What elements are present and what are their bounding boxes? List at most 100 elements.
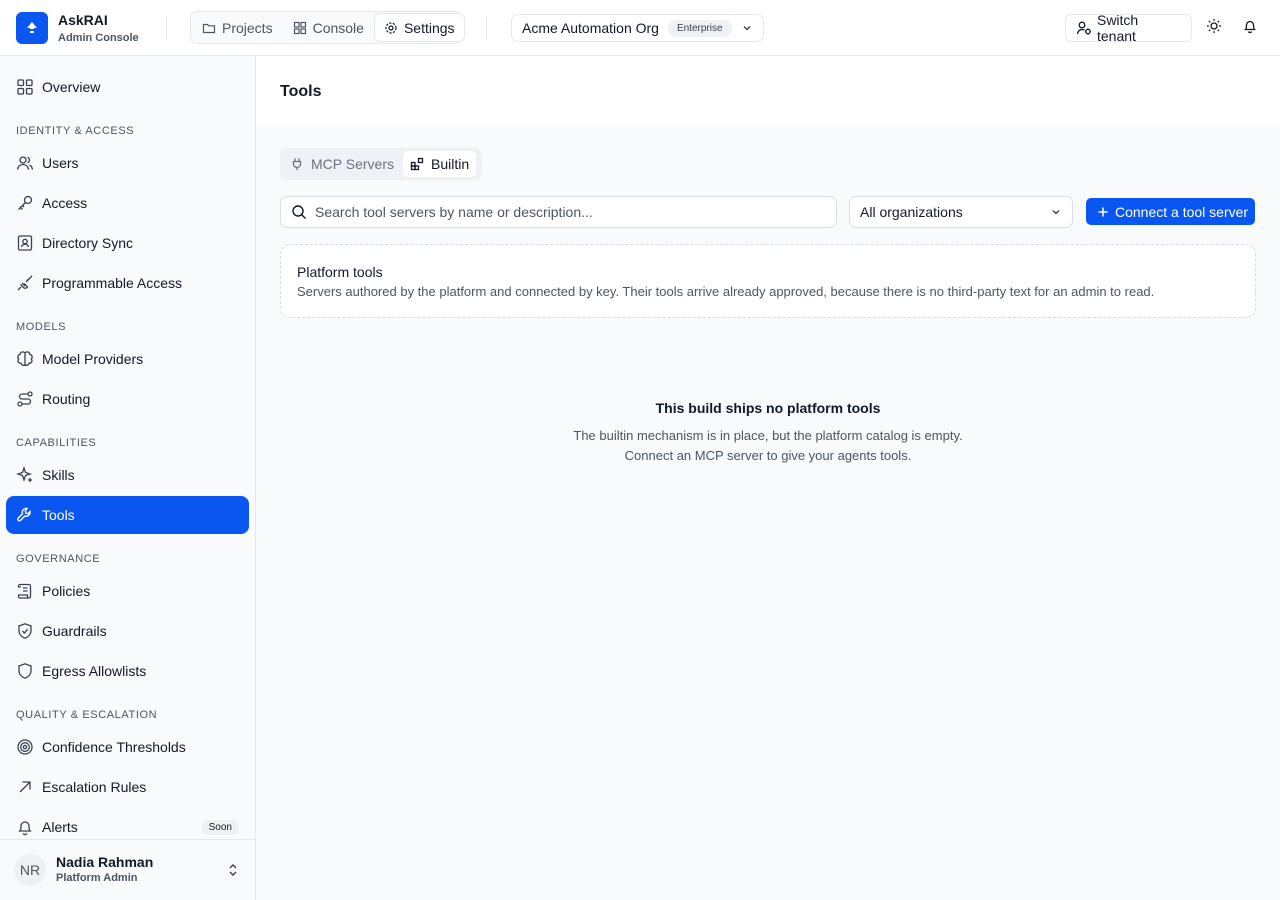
chevron-down-icon [743, 26, 751, 31]
shield-icon [18, 663, 32, 679]
sidebar-item-label: Guardrails [42, 623, 107, 639]
nav-settings[interactable]: Settings [374, 14, 464, 41]
page-header [256, 56, 1280, 124]
sidebar-item-overview[interactable]: Overview [6, 68, 249, 106]
blocks-icon [410, 157, 424, 171]
key-icon [18, 195, 33, 210]
sidebar-item-access[interactable]: Access [6, 184, 249, 222]
empty-state-text: The builtin mechanism is in place, but t… [573, 428, 963, 443]
sidebar-item-policies[interactable]: Policies [6, 572, 249, 610]
gear-icon [385, 21, 397, 34]
sidebar-item-directory-sync[interactable]: Directory Sync [6, 224, 249, 262]
target-icon [17, 739, 33, 755]
section-models: MODELS [16, 321, 67, 333]
sidebar-item-label: Programmable Access [42, 275, 183, 291]
sidebar-item-label: Access [42, 195, 88, 211]
org-switcher[interactable]: Acme Automation Org Enterprise [511, 14, 764, 42]
page-title: Tools [280, 83, 322, 100]
plug-icon [292, 158, 302, 170]
chevrons-up-down-icon [229, 864, 237, 876]
soon-badge: Soon [201, 819, 239, 835]
sidebar-item-label: Alerts [42, 819, 78, 835]
users-icon [16, 156, 34, 170]
search-input[interactable] [315, 204, 815, 220]
section-quality: QUALITY & ESCALATION [16, 709, 158, 721]
grid-icon [293, 21, 306, 34]
chevron-down-icon [1052, 210, 1060, 215]
notifications-bell-icon[interactable] [1242, 18, 1258, 34]
empty-state-text: Connect an MCP server to give your agent… [624, 448, 912, 463]
tab-builtin[interactable]: Builtin [402, 151, 477, 177]
sidebar-item-egress-allowlists[interactable]: Egress Allowlists [6, 652, 249, 690]
sidebar-item-escalation-rules[interactable]: Escalation Rules [6, 768, 249, 806]
wrench-icon [17, 507, 31, 522]
brand-subtitle: Admin Console [58, 32, 139, 44]
logo-icon [27, 22, 37, 33]
sidebar-item-routing[interactable]: Routing [6, 380, 249, 418]
section-capabilities: CAPABILITIES [16, 437, 97, 449]
sidebar-item-label: Overview [42, 79, 101, 95]
card-description: Servers authored by the platform and con… [297, 284, 1155, 299]
top-header: AskRAI Admin Console Projects Console Se… [0, 0, 1280, 56]
route-icon [17, 391, 33, 407]
sidebar-item-label: Routing [42, 391, 91, 407]
sidebar: Overview IDENTITY & ACCESS Users Access … [0, 56, 256, 900]
sidebar-item-label: Confidence Thresholds [42, 739, 186, 755]
organization-filter-value: All organizations [860, 204, 963, 220]
top-nav: Projects Console Settings [190, 11, 464, 44]
sidebar-item-users[interactable]: Users [6, 144, 249, 182]
switch-tenant-label: Switch tenant [1096, 12, 1139, 44]
tool-tabs: MCP Servers Builtin [280, 148, 482, 180]
sidebar-item-label: Directory Sync [42, 235, 134, 251]
sidebar-item-label: Egress Allowlists [42, 663, 147, 679]
nav-projects[interactable]: Projects [193, 14, 282, 41]
plus-icon [1098, 207, 1108, 216]
grid-icon [17, 79, 33, 95]
empty-state-title: This build ships no platform tools [655, 400, 881, 416]
nav-settings-label: Settings [403, 19, 455, 36]
sidebar-item-model-providers[interactable]: Model Providers [6, 340, 249, 378]
tab-label: Builtin [430, 156, 470, 172]
platform-tools-card: Platform tools Servers authored by the p… [280, 244, 1256, 318]
connect-tool-server-button[interactable]: Connect a tool server [1086, 198, 1255, 225]
switch-tenant-button[interactable]: Switch tenant [1065, 12, 1192, 44]
brand: AskRAI Admin Console [58, 12, 139, 45]
organization-filter[interactable]: All organizations [849, 196, 1073, 228]
divider [166, 16, 167, 40]
card-title: Platform tools [297, 264, 383, 280]
avatar: NR [14, 854, 46, 886]
plan-badge: Enterprise [667, 19, 732, 37]
shield-check-icon [18, 623, 32, 639]
user-role: Platform Admin [56, 872, 138, 884]
scroll-document-icon [17, 583, 32, 599]
sidebar-item-label: Model Providers [42, 351, 144, 367]
sidebar-item-skills[interactable]: Skills [6, 456, 249, 494]
sidebar-item-confidence-thresholds[interactable]: Confidence Thresholds [6, 728, 249, 766]
user-switch-icon [1076, 21, 1091, 35]
nav-console[interactable]: Console [284, 14, 373, 41]
sidebar-item-programmable-access[interactable]: Programmable Access [6, 264, 249, 302]
contact-card-icon [17, 235, 33, 251]
sidebar-item-label: Escalation Rules [42, 779, 147, 795]
tab-label: MCP Servers [311, 156, 394, 172]
sidebar-item-tools[interactable]: Tools [6, 496, 249, 534]
user-menu[interactable]: NR Nadia Rahman Platform Admin [0, 839, 255, 900]
plug-connection-icon [17, 275, 33, 291]
nav-console-label: Console [312, 19, 364, 36]
folder-icon [202, 23, 216, 33]
brain-icon [17, 351, 33, 366]
sidebar-item-label: Tools [42, 507, 75, 523]
arrow-up-right-icon [19, 781, 31, 793]
section-identity: IDENTITY & ACCESS [16, 125, 135, 137]
org-name: Acme Automation Org [522, 20, 659, 36]
tab-mcp-servers[interactable]: MCP Servers [283, 151, 401, 177]
bell-icon [18, 821, 32, 836]
app-logo[interactable] [16, 12, 48, 44]
section-governance: GOVERNANCE [16, 553, 101, 565]
sidebar-item-label: Skills [42, 467, 75, 483]
sparkles-icon [16, 466, 33, 483]
search-field[interactable] [280, 196, 837, 228]
sidebar-item-label: Policies [42, 583, 91, 599]
sidebar-item-guardrails[interactable]: Guardrails [6, 612, 249, 650]
theme-toggle-icon[interactable] [1206, 18, 1222, 34]
